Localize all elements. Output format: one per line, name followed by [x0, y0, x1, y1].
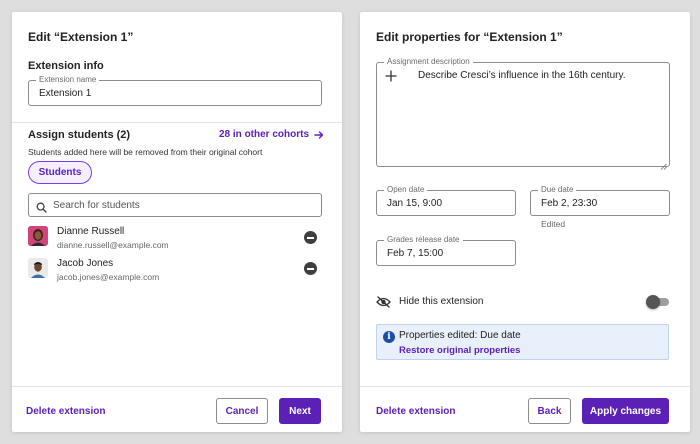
- delete-extension-button[interactable]: Delete extension: [376, 406, 455, 417]
- due-date-value: Feb 2, 23:30: [541, 198, 598, 209]
- assignment-description-field[interactable]: Assignment description Describe Cresci’s…: [376, 57, 670, 170]
- next-button[interactable]: Next: [279, 398, 321, 424]
- footer-divider: [360, 386, 690, 387]
- section-divider: [12, 122, 342, 123]
- footer-divider: [12, 386, 342, 387]
- edited-properties-notice: i Properties edited: Due date Restore or…: [376, 324, 669, 360]
- open-date-field[interactable]: Open date Jan 15, 9:00: [376, 185, 516, 216]
- student-email: jacob.jones@example.com: [57, 272, 160, 282]
- cancel-button[interactable]: Cancel: [216, 398, 268, 424]
- other-cohorts-link[interactable]: 28 in other cohorts: [219, 129, 324, 140]
- edit-properties-panel: Edit properties for “Extension 1” Assign…: [360, 12, 690, 432]
- student-search-input[interactable]: Search for students: [28, 193, 322, 217]
- student-name: Jacob Jones: [57, 258, 114, 269]
- due-date-helper: Edited: [541, 219, 566, 229]
- remove-circle-icon[interactable]: [304, 262, 317, 275]
- resize-handle[interactable]: [660, 157, 667, 170]
- grades-release-value: Feb 7, 15:00: [387, 248, 444, 259]
- assignment-description-label: Assignment description: [384, 57, 473, 67]
- delete-extension-button[interactable]: Delete extension: [26, 406, 105, 417]
- panel-title: Edit “Extension 1”: [28, 30, 134, 44]
- assignment-description-value: Describe Cresci’s influence in the 16th …: [418, 70, 626, 81]
- extension-name-field[interactable]: Extension name Extension 1: [28, 75, 322, 106]
- search-icon: [36, 200, 47, 218]
- avatar: [28, 258, 48, 278]
- hide-extension-label: Hide this extension: [399, 296, 484, 307]
- due-date-label: Due date: [538, 185, 577, 195]
- back-button[interactable]: Back: [528, 398, 571, 424]
- open-date-label: Open date: [384, 185, 428, 195]
- search-placeholder: Search for students: [53, 200, 140, 211]
- arrow-right-icon: [314, 130, 324, 140]
- assign-students-heading: Assign students (2): [28, 129, 131, 141]
- info-icon: i: [383, 331, 395, 343]
- open-date-value: Jan 15, 9:00: [387, 198, 443, 209]
- student-name: Dianne Russell: [57, 226, 125, 237]
- edit-extension-panel: Edit “Extension 1” Extension info Extens…: [12, 12, 342, 432]
- grades-release-field[interactable]: Grades release date Feb 7, 15:00: [376, 235, 516, 266]
- extension-name-value: Extension 1: [39, 88, 92, 99]
- hide-extension-toggle[interactable]: [646, 295, 669, 309]
- grades-release-label: Grades release date: [384, 235, 463, 245]
- students-filter-chip[interactable]: Students: [28, 161, 92, 184]
- avatar: [28, 226, 48, 246]
- plus-icon[interactable]: [385, 69, 397, 87]
- other-cohorts-label: 28 in other cohorts: [219, 129, 310, 140]
- panel-title: Edit properties for “Extension 1”: [376, 30, 563, 44]
- toggle-thumb[interactable]: [646, 295, 660, 309]
- info-text: Properties edited: Due date: [399, 330, 521, 341]
- restore-properties-link[interactable]: Restore original properties: [399, 345, 520, 356]
- extension-info-heading: Extension info: [28, 60, 104, 72]
- apply-changes-button[interactable]: Apply changes: [582, 398, 669, 424]
- due-date-field[interactable]: Due date Feb 2, 23:30: [530, 185, 670, 216]
- eye-off-icon: [376, 295, 391, 313]
- cohort-notice: Students added here will be removed from…: [28, 147, 263, 157]
- extension-name-label: Extension name: [36, 75, 100, 85]
- remove-circle-icon[interactable]: [304, 231, 317, 244]
- student-email: dianne.russell@example.com: [57, 240, 169, 250]
